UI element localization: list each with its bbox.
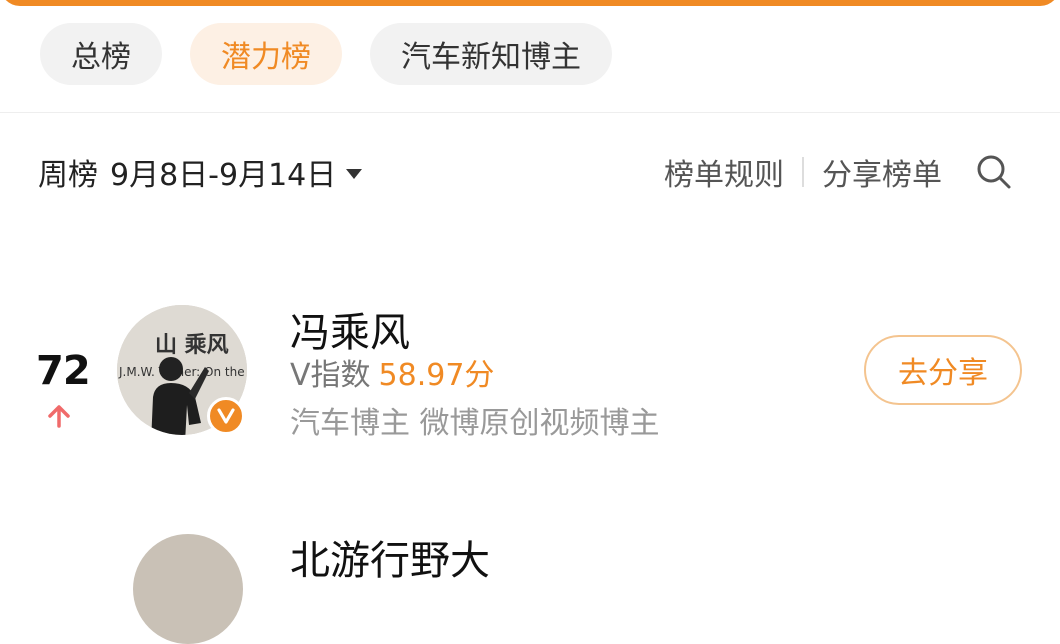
period-label: 周榜: [38, 158, 98, 193]
rank-number: 72: [36, 348, 91, 394]
period-selector[interactable]: 周榜 9月8日-9月14日: [38, 150, 363, 194]
action-separator: [802, 157, 804, 187]
divider: [0, 112, 1060, 113]
v-index-score: 58.97分: [378, 358, 495, 393]
ranking-tabs: 总榜 潜力榜 汽车新知博主: [40, 23, 640, 85]
next-avatar[interactable]: [133, 534, 243, 644]
v-index: V指数 58.97分: [290, 350, 494, 394]
tab-car-blogger[interactable]: 汽车新知博主: [370, 23, 612, 85]
tab-overall[interactable]: 总榜: [40, 23, 162, 85]
share-button[interactable]: 去分享: [864, 335, 1022, 405]
list-actions: 榜单规则 分享榜单: [664, 150, 1014, 194]
top-accent-bar: [0, 0, 1060, 6]
share-list-link[interactable]: 分享榜单: [822, 150, 942, 194]
rules-link[interactable]: 榜单规则: [664, 150, 784, 194]
caret-down-icon: [346, 169, 363, 179]
verified-v-icon: [207, 397, 245, 435]
search-icon[interactable]: [974, 152, 1014, 192]
person-silhouette: [151, 357, 209, 435]
next-blogger-name[interactable]: 北游行野大: [290, 528, 490, 586]
v-index-label: V指数: [290, 358, 371, 393]
date-range: 9月8日-9月14日: [110, 158, 337, 193]
arrow-up-icon: [48, 405, 70, 428]
blogger-tags: 汽车博主 微博原创视频博主: [290, 406, 660, 441]
tab-potential[interactable]: 潜力榜: [190, 23, 342, 85]
